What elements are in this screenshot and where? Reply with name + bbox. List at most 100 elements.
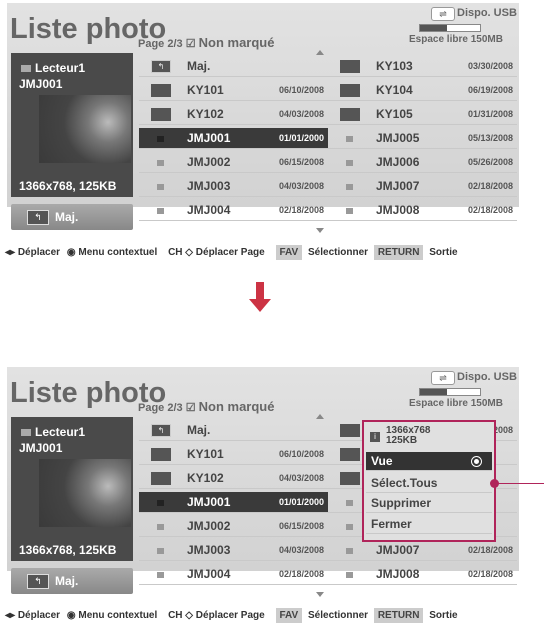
file-list-item[interactable]: KY105 01/31/2008	[328, 104, 517, 125]
photo-file-icon	[346, 136, 353, 142]
up-folder-button[interactable]: ↰ Maj.	[11, 204, 133, 230]
up-folder-icon: ↰	[151, 60, 171, 73]
item-date: 01/01/2000	[278, 497, 324, 507]
file-list-item[interactable]: JMJ002 06/15/2008	[139, 152, 328, 173]
item-date: 01/01/2000	[278, 133, 324, 143]
item-name: JMJ004	[187, 567, 231, 581]
scroll-down-icon[interactable]	[316, 592, 324, 597]
file-list-item[interactable]: ↰ Maj.	[139, 420, 328, 441]
page-indicator: Page 2/3 ☑ Non marqué	[138, 399, 274, 414]
preview-resolution: 1366x768, 125KB	[19, 179, 117, 193]
usb-status: ⇌ Dispo. USB Espace libre 150MB	[409, 7, 517, 51]
menu-item-select-all[interactable]: Sélect.Tous	[366, 474, 492, 493]
preview-folder-label: Lecteur1	[35, 425, 86, 439]
callout-line	[496, 483, 544, 484]
file-list-item[interactable]: JMJ007 02/18/2008	[328, 176, 517, 197]
help-page-label: Déplacer Page	[195, 247, 265, 258]
file-list-item[interactable]: JMJ003 04/03/2008	[139, 540, 328, 561]
item-date: 04/03/2008	[278, 181, 324, 191]
folder-icon	[340, 448, 360, 461]
item-date: 06/10/2008	[278, 85, 324, 95]
scroll-up-icon[interactable]	[316, 50, 324, 55]
preview-resolution: 1366x768, 125KB	[19, 543, 117, 557]
help-move-label: Déplacer	[17, 610, 61, 621]
up-folder-button[interactable]: ↰ Maj.	[11, 568, 133, 594]
file-list-item[interactable]: KY103 03/30/2008	[328, 56, 517, 77]
info-icon: i	[370, 432, 380, 442]
item-name: JMJ007	[376, 543, 420, 557]
item-name: JMJ008	[376, 203, 420, 217]
item-name: Maj.	[187, 59, 211, 73]
folder-icon	[21, 65, 31, 72]
file-list-item[interactable]: KY101 06/10/2008	[139, 444, 328, 465]
photo-file-icon	[346, 184, 353, 190]
menu-item-label: Sélect.Tous	[371, 476, 438, 490]
item-name: KY102	[187, 107, 224, 121]
folder-icon	[340, 472, 360, 485]
item-date: 06/10/2008	[278, 449, 324, 459]
help-menu-label: Menu contextuel	[78, 610, 158, 621]
context-menu: i 1366x768 125KB Vue Sélect.Tous Supprime…	[362, 420, 496, 542]
menu-item-vue[interactable]: Vue	[366, 452, 492, 471]
item-name: KY101	[187, 447, 224, 461]
item-date: 06/15/2008	[278, 157, 324, 167]
photo-file-icon	[157, 572, 164, 578]
file-list-item[interactable]: KY104 06/19/2008	[328, 80, 517, 101]
photo-file-icon	[346, 208, 353, 214]
filter-label: Non marqué	[198, 35, 275, 50]
preview-folder-name: Lecteur1	[21, 425, 85, 439]
usb-icon: ⇌	[431, 371, 455, 385]
ok-button-icon: ◉	[66, 247, 76, 258]
menu-info-size: 125KB	[386, 435, 418, 446]
item-date: 04/03/2008	[278, 545, 324, 555]
item-name: JMJ003	[187, 543, 231, 557]
file-list-item[interactable]: JMJ008 02/18/2008	[328, 564, 517, 585]
file-list-item[interactable]: JMJ007 02/18/2008	[328, 540, 517, 561]
file-list-item[interactable]: KY102 04/03/2008	[139, 468, 328, 489]
checkbox-icon: ☑	[185, 402, 196, 414]
item-date: 05/26/2008	[467, 157, 513, 167]
file-list-item[interactable]: JMJ001 01/01/2000	[139, 128, 328, 149]
item-name: KY104	[376, 83, 413, 97]
item-name: JMJ004	[187, 203, 231, 217]
file-list-item[interactable]: JMJ002 06/15/2008	[139, 516, 328, 537]
menu-item-close[interactable]: Fermer	[366, 515, 492, 534]
move-arrows-icon: ◂▸	[5, 610, 16, 621]
file-list-item[interactable]: JMJ008 02/18/2008	[328, 200, 517, 221]
item-name: JMJ008	[376, 567, 420, 581]
photo-file-icon	[346, 160, 353, 166]
file-list-item[interactable]: JMJ001 01/01/2000	[139, 492, 328, 513]
item-date: 04/03/2008	[278, 109, 324, 119]
item-date: 02/18/2008	[467, 181, 513, 191]
photo-file-icon	[346, 548, 353, 554]
ok-button-icon: ◉	[66, 610, 76, 621]
scroll-down-icon[interactable]	[316, 228, 324, 233]
preview-folder-name: Lecteur1	[21, 61, 85, 75]
up-folder-icon: ↰	[151, 424, 171, 437]
help-bar-top: ◂▸ Déplacer ◉ Menu contextuel CH ◇ Dépla…	[5, 245, 458, 260]
file-list-item[interactable]: JMJ004 02/18/2008	[139, 564, 328, 585]
file-list-item[interactable]: ↰ Maj.	[139, 56, 328, 77]
item-name: JMJ003	[187, 179, 231, 193]
file-list-item[interactable]: JMJ004 02/18/2008	[139, 200, 328, 221]
file-list-item[interactable]: JMJ003 04/03/2008	[139, 176, 328, 197]
usb-label: Dispo. USB	[457, 371, 517, 383]
file-list-item[interactable]: JMJ006 05/26/2008	[328, 152, 517, 173]
folder-icon	[340, 60, 360, 73]
item-date: 01/31/2008	[467, 109, 513, 119]
file-list-item[interactable]: KY102 04/03/2008	[139, 104, 328, 125]
item-date: 02/18/2008	[467, 545, 513, 555]
photo-file-icon	[346, 500, 353, 506]
file-list-item[interactable]: KY101 06/10/2008	[139, 80, 328, 101]
up-folder-icon: ↰	[27, 210, 49, 225]
file-list-item[interactable]: JMJ005 05/13/2008	[328, 128, 517, 149]
scroll-up-icon[interactable]	[316, 414, 324, 419]
ch-updown-icon: ◇	[185, 610, 193, 621]
help-fav-label: Sélectionner	[308, 610, 369, 621]
item-name: KY105	[376, 107, 413, 121]
preview-filename: JMJ001	[19, 77, 63, 91]
item-name: JMJ006	[376, 155, 420, 169]
menu-item-delete[interactable]: Supprimer	[366, 494, 492, 513]
item-name: KY103	[376, 59, 413, 73]
menu-item-label: Supprimer	[371, 496, 432, 510]
